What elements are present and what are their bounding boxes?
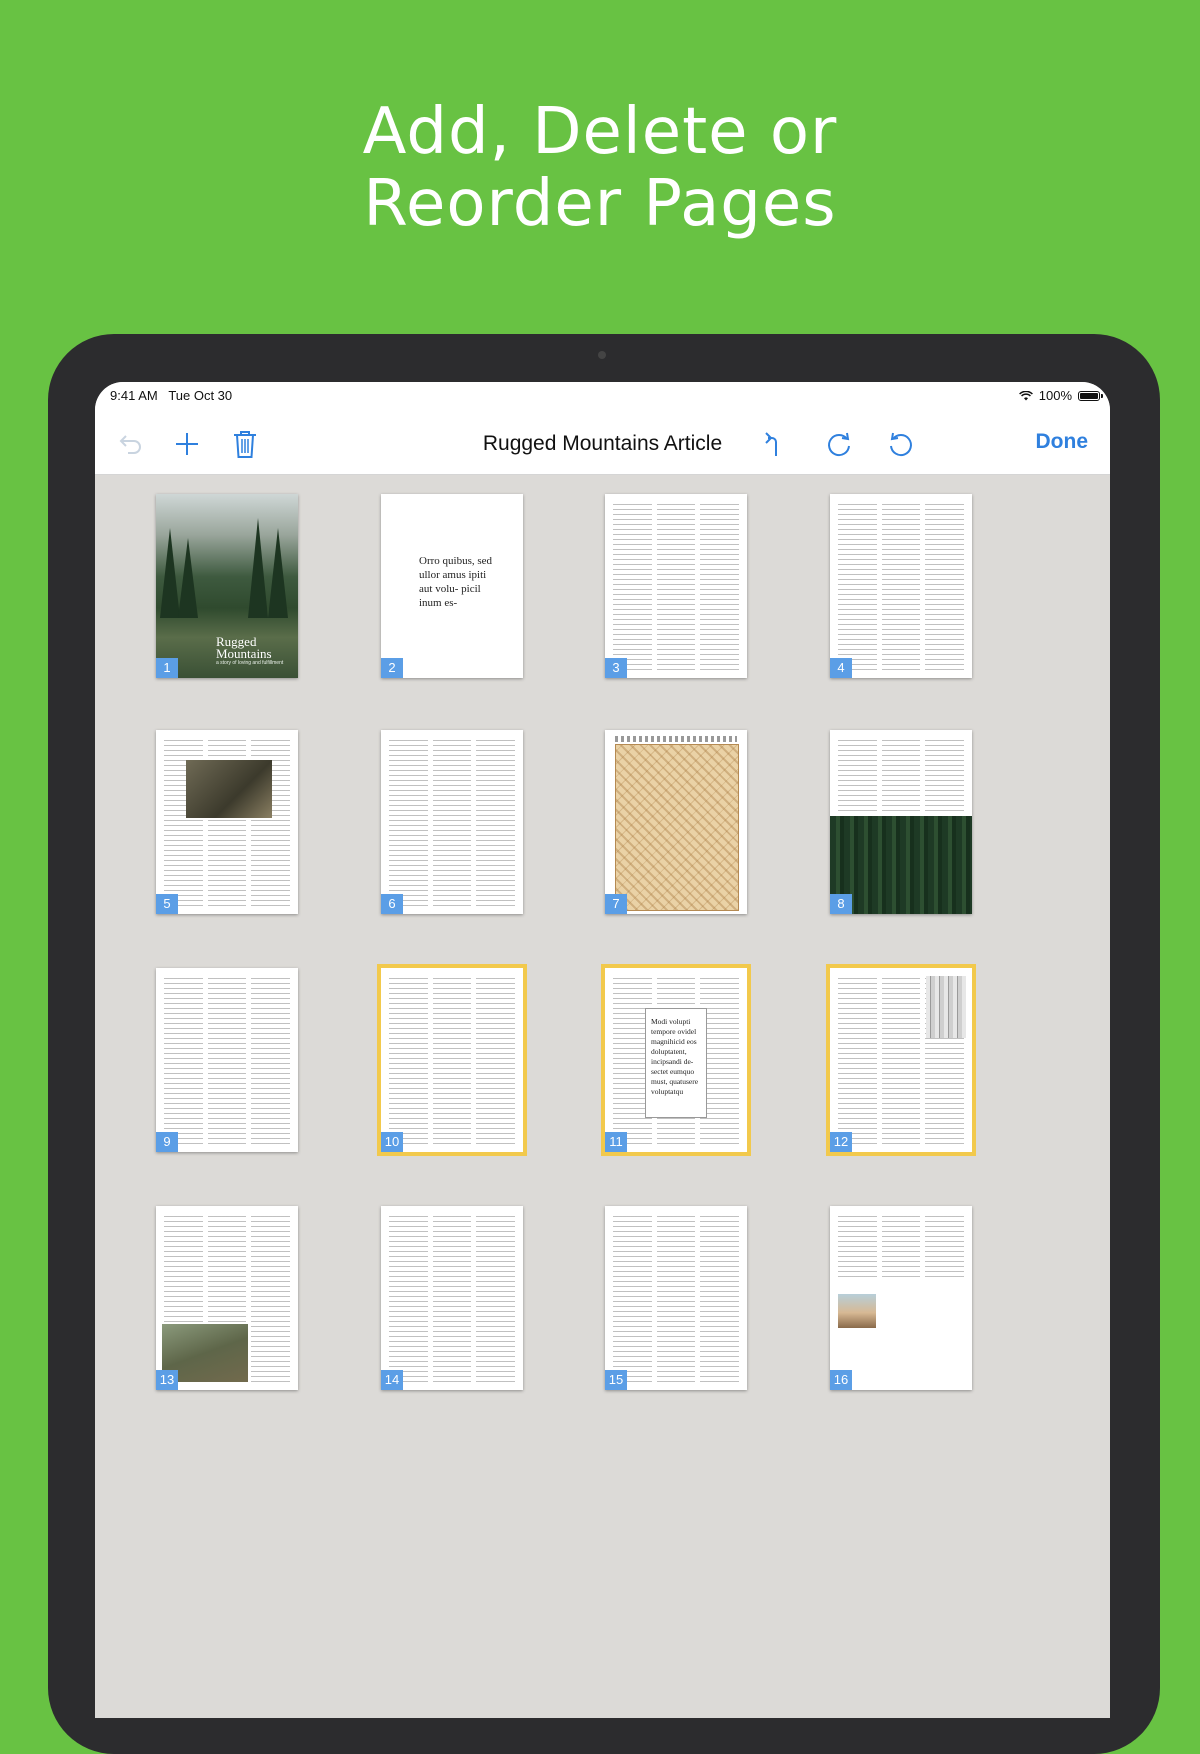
page-number: 16 [830,1370,852,1390]
cover-subtitle: a story of loving and fulfillment [216,660,284,666]
page-number: 15 [605,1370,627,1390]
redo-icon [828,432,850,457]
undo-icon [890,432,912,457]
page-thumbnail-1[interactable]: Rugged Mountains a story of loving and f… [156,494,298,678]
headline-line-1: Add, Delete or [362,95,838,169]
battery-icon [1078,390,1103,401]
page-thumbnail-10[interactable]: 10 [377,964,527,1156]
battery-percent: 100% [1038,388,1072,403]
trail-map [615,744,739,911]
animal-photo [186,760,272,818]
add-page-button[interactable] [167,424,207,464]
page-thumbnail-7[interactable]: 7 [605,730,747,914]
status-time: 9:41 AM Tue Oct 30 [110,388,232,403]
page-thumbnail-12[interactable]: 12 [826,964,976,1156]
rotate-left-icon [765,432,777,456]
status-indicators: 100% [1018,388,1103,403]
pull-quote: Orro quibus, sed ullor amus ipiti aut vo… [419,555,493,609]
page-number: 5 [156,894,178,914]
page-thumbnail-6[interactable]: 6 [381,730,523,914]
page-number: 12 [830,1132,852,1152]
undo-disabled-icon [119,435,141,454]
page-number: 13 [156,1370,178,1390]
trash-icon [234,431,256,458]
page-thumbnail-9[interactable]: 9 [156,968,298,1152]
page-thumbnail-8[interactable]: 8 [830,730,972,914]
headline-line-2: Reorder Pages [363,167,837,241]
camera-dot [598,351,606,359]
status-clock: 9:41 AM [110,388,158,403]
headline: Add, Delete or Reorder Pages [0,96,1200,240]
page-thumbnail-5[interactable]: 5 [156,730,298,914]
page-number: 7 [605,894,627,914]
undo-button[interactable] [881,424,921,464]
page-thumbnail-11[interactable]: Modi volupti tempore ovidel magnihicid e… [601,964,751,1156]
page-number: 10 [381,1132,403,1152]
page-thumbnail-13[interactable]: 13 [156,1206,298,1390]
page-number: 4 [830,658,852,678]
page-number: 3 [605,658,627,678]
add-icon [176,433,198,455]
status-bar: 9:41 AM Tue Oct 30 100% [95,382,1110,416]
rotate-left-button[interactable] [753,424,793,464]
wifi-icon [1018,390,1033,400]
undo-disabled-button[interactable] [111,424,151,464]
page-thumbnail-14[interactable]: 14 [381,1206,523,1390]
redo-button[interactable] [819,424,859,464]
page-thumbnail-16[interactable]: 16 [830,1206,972,1390]
tablet-screen: 9:41 AM Tue Oct 30 100% Rugged Mountains… [95,382,1110,1718]
birch-photo [926,976,966,1038]
page-thumbnail-4[interactable]: 4 [830,494,972,678]
page-thumbnail-3[interactable]: 3 [605,494,747,678]
done-button[interactable]: Done [1036,430,1089,454]
page-grid: Rugged Mountains a story of loving and f… [95,474,1110,1718]
page-number: 6 [381,894,403,914]
toolbar: Rugged Mountains Article Done [95,416,1110,475]
page-number: 14 [381,1370,403,1390]
delete-page-button[interactable] [225,424,265,464]
page-number: 9 [156,1132,178,1152]
callout-quote: Modi volupti tempore ovidel magnihicid e… [645,1008,707,1118]
page-thumbnail-15[interactable]: 15 [605,1206,747,1390]
status-date: Tue Oct 30 [168,388,233,403]
cover-title: Rugged Mountains [216,634,272,661]
page-thumbnail-2[interactable]: Orro quibus, sed ullor amus ipiti aut vo… [381,494,523,678]
page-number: 11 [605,1132,627,1152]
page-number: 2 [381,658,403,678]
page-number: 8 [830,894,852,914]
portrait-photo [838,1294,876,1328]
page-number: 1 [156,658,178,678]
